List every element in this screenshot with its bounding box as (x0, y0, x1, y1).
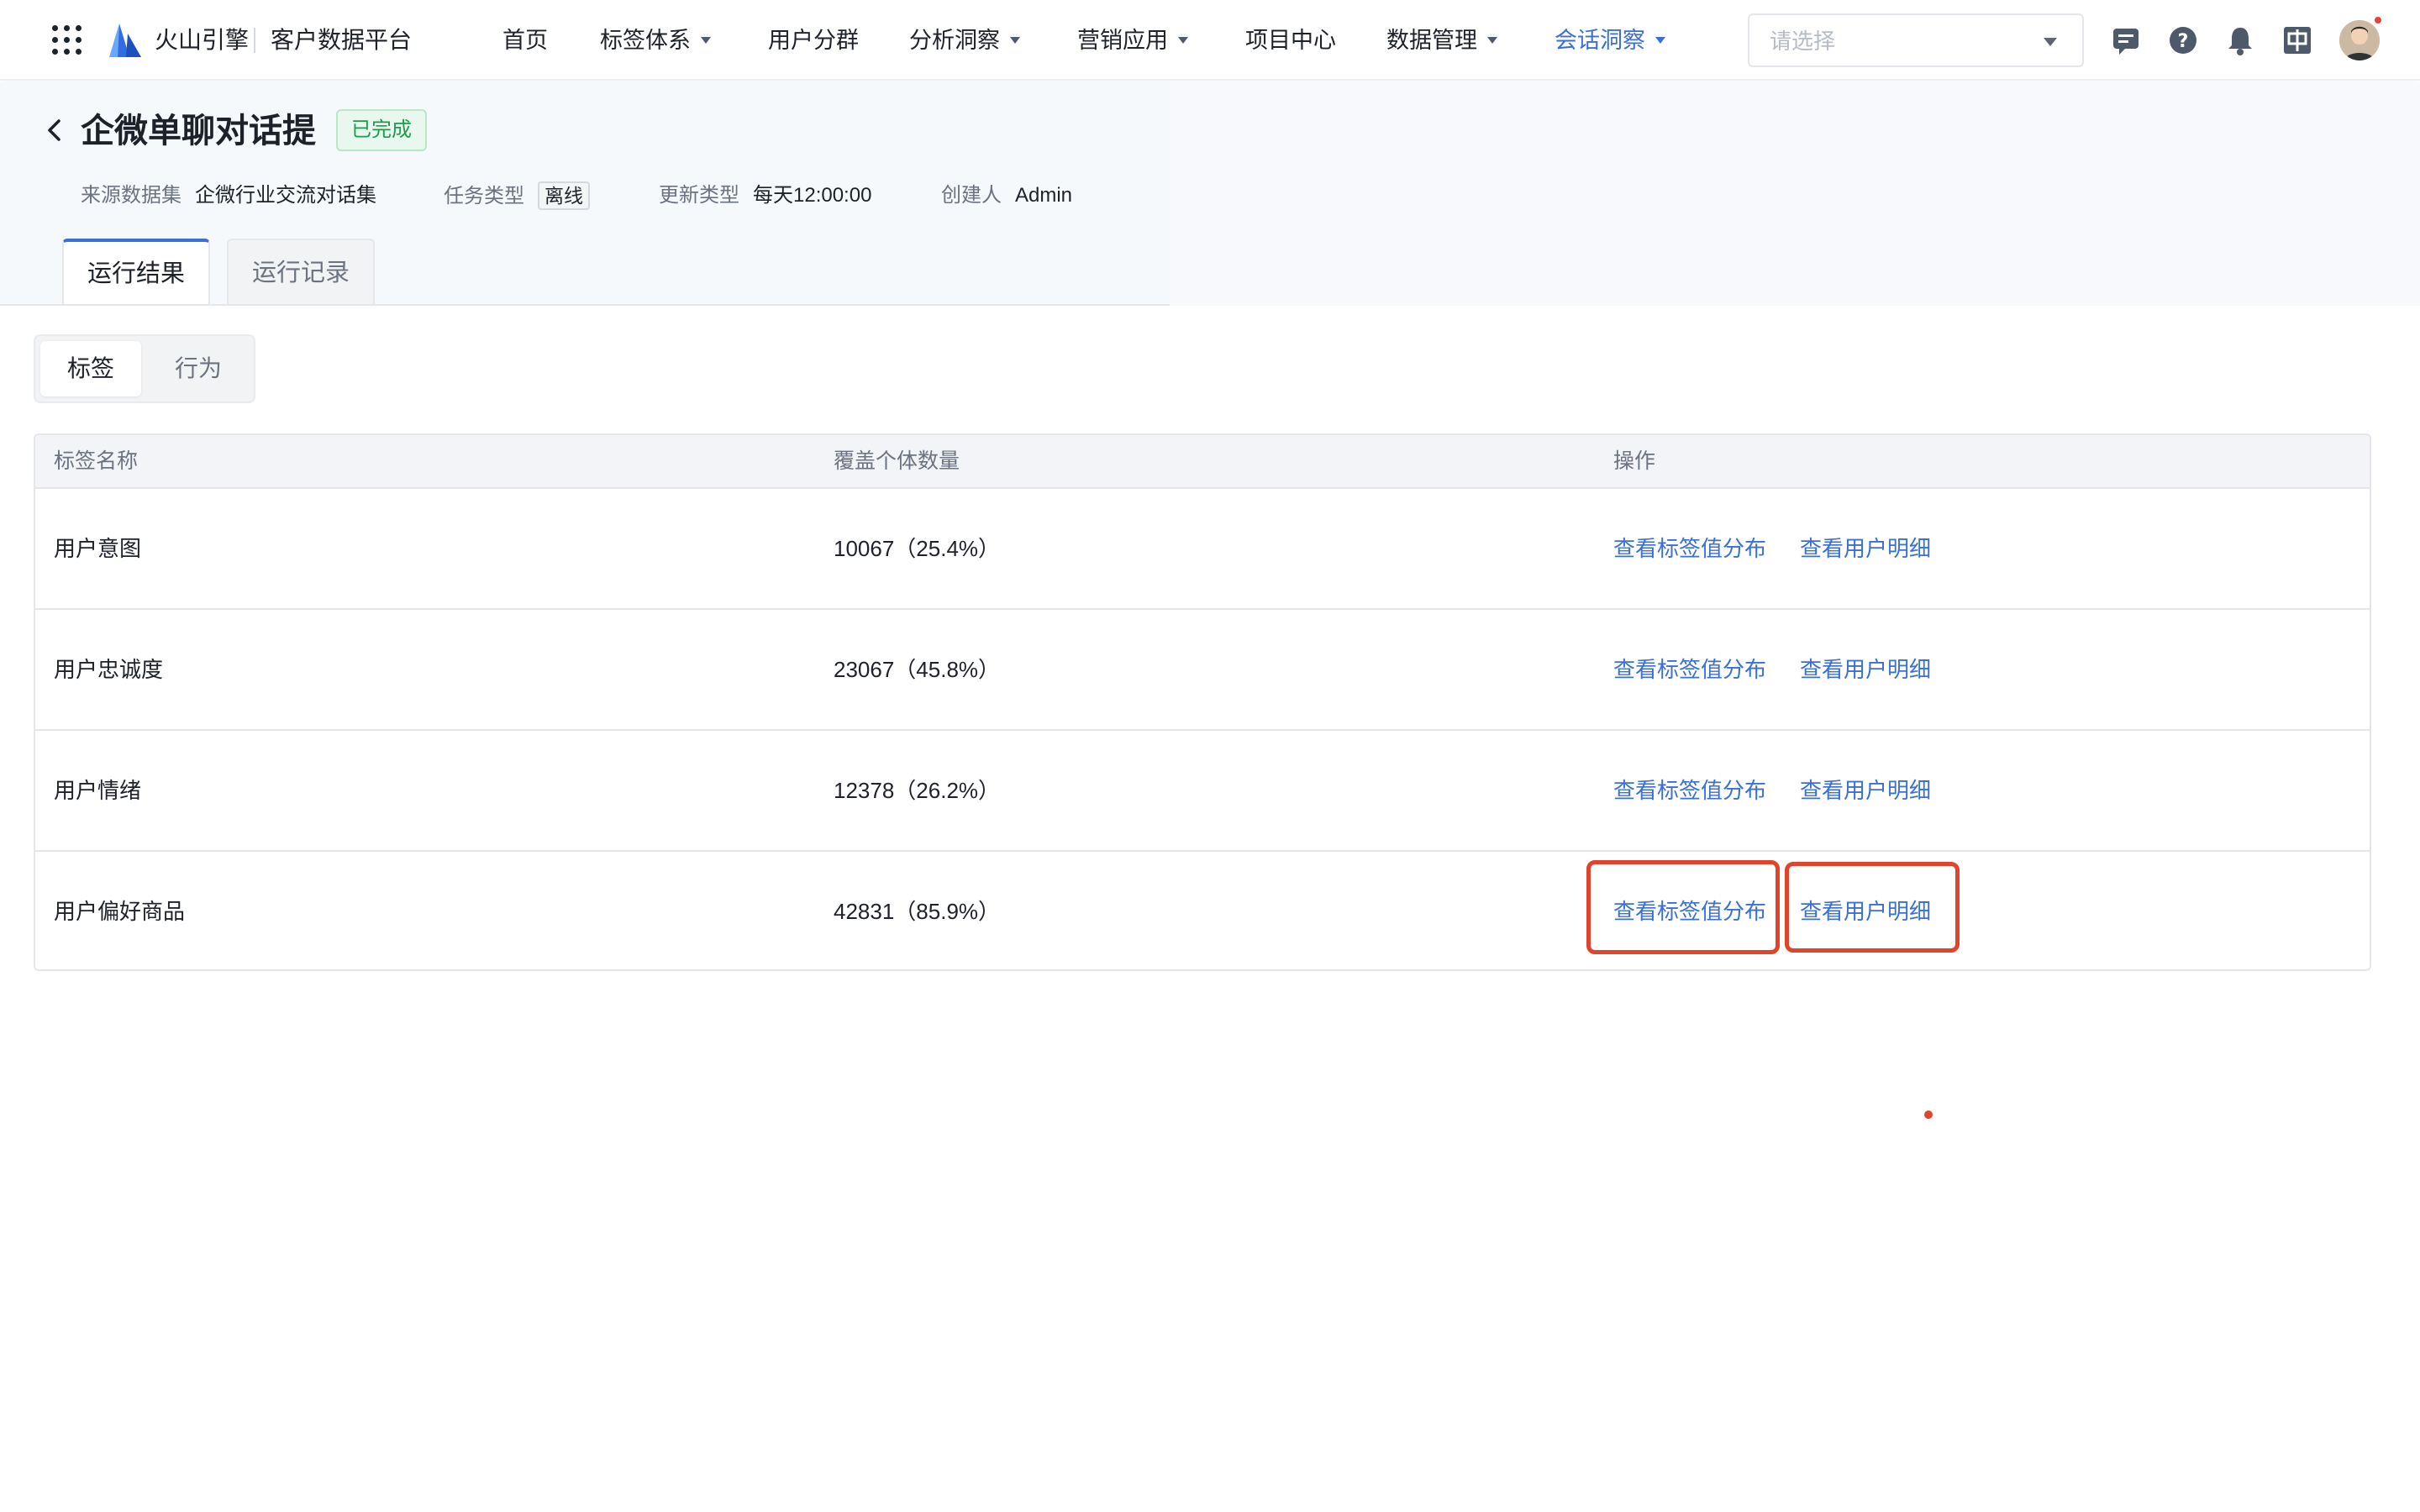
cell-tag-name: 用户意图 (54, 536, 142, 561)
highlight-box-user-detail (1785, 862, 1960, 953)
project-select-placeholder: 请选择 (1770, 29, 1836, 54)
table-row: 用户意图 10067（25.4%） 查看标签值分布 查看用户明细 (35, 489, 2370, 610)
tab-run-records[interactable]: 运行记录 (227, 239, 375, 306)
segment-behavior[interactable]: 行为 (148, 341, 249, 396)
user-avatar[interactable] (2339, 20, 2380, 60)
cell-coverage: 23067（45.8%） (834, 657, 1001, 682)
cell-tag-name: 用户忠诚度 (54, 657, 164, 682)
table-row: 用户情绪 12378（26.2%） 查看标签值分布 查看用户明细 (35, 731, 2370, 852)
product-name: 客户数据平台 (271, 27, 413, 53)
chevron-down-icon (1655, 37, 1665, 44)
view-tag-distribution-link[interactable]: 查看标签值分布 (1613, 489, 1766, 608)
column-header-coverage: 覆盖个体数量 (834, 449, 960, 473)
column-header-tag-name: 标签名称 (54, 449, 139, 473)
cell-coverage: 10067（25.4%） (834, 536, 1001, 561)
cell-tag-name: 用户情绪 (54, 778, 142, 803)
top-navigation-bar: 火山引擎 客户数据平台 首页 标签体系 用户分群 分析洞察 营销应用 项目中心 … (0, 0, 2420, 81)
table-header: 标签名称 覆盖个体数量 操作 (35, 435, 2370, 489)
chevron-down-icon (1178, 37, 1188, 44)
back-arrow-icon[interactable] (40, 116, 69, 144)
table-row: 用户忠诚度 23067（45.8%） 查看标签值分布 查看用户明细 (35, 610, 2370, 731)
view-user-detail-link[interactable]: 查看用户明细 (1800, 731, 1931, 850)
results-table: 标签名称 覆盖个体数量 操作 用户意图 10067（25.4%） 查看标签值分布… (34, 433, 2371, 971)
page-title: 企微单聊对话提 (81, 113, 316, 150)
chevron-down-icon (701, 37, 711, 44)
view-user-detail-link[interactable]: 查看用户明细 (1800, 489, 1931, 608)
meta-creator: 创建人 Admin (941, 184, 1073, 207)
nav-item-data-management[interactable]: 数据管理 (1386, 24, 1497, 57)
nav-item-conversation-insight[interactable]: 会话洞察 (1555, 24, 1665, 57)
cell-tag-name: 用户偏好商品 (54, 899, 186, 924)
brand-divider (254, 28, 255, 53)
chevron-down-icon (1010, 37, 1020, 44)
app-grid-icon[interactable] (52, 25, 82, 55)
nav-item-project-center[interactable]: 项目中心 (1245, 24, 1336, 57)
highlight-box-tag-distribution (1586, 860, 1780, 954)
cursor-dot (1924, 1110, 1933, 1119)
cell-coverage: 42831（85.9%） (834, 899, 1001, 924)
help-icon[interactable]: ? (2166, 24, 2200, 57)
nav-item-analysis[interactable]: 分析洞察 (909, 24, 1020, 57)
cell-coverage: 12378（26.2%） (834, 778, 1001, 803)
segment-switch: 标签 行为 (34, 334, 255, 403)
language-icon[interactable] (2281, 24, 2314, 57)
nav-item-home[interactable]: 首页 (502, 24, 548, 57)
meta-update-type: 更新类型 每天12:00:00 (659, 184, 872, 207)
meta-source-dataset: 来源数据集 企微行业交流对话集 (81, 184, 376, 207)
message-icon[interactable] (2109, 24, 2143, 57)
segment-tags[interactable]: 标签 (40, 341, 141, 396)
task-type-tag: 离线 (538, 181, 590, 210)
table-row: 用户偏好商品 42831（85.9%） 查看标签值分布 查看用户明细 (35, 852, 2370, 969)
column-header-actions: 操作 (1613, 449, 1656, 473)
nav-item-tag-system[interactable]: 标签体系 (600, 24, 711, 57)
bell-icon[interactable] (2223, 24, 2257, 57)
view-tag-distribution-link[interactable]: 查看标签值分布 (1613, 610, 1766, 729)
nav-item-marketing[interactable]: 营销应用 (1077, 24, 1188, 57)
notification-dot (2373, 15, 2383, 25)
page-header-background-right (1170, 82, 2420, 306)
status-badge: 已完成 (336, 109, 427, 151)
nav-item-user-segments[interactable]: 用户分群 (768, 24, 859, 57)
volcano-logo-icon (109, 24, 141, 57)
view-user-detail-link[interactable]: 查看用户明细 (1800, 610, 1931, 729)
meta-task-type: 任务类型 离线 (444, 181, 590, 211)
project-select[interactable]: 请选择 (1748, 13, 2084, 67)
chevron-down-icon (2044, 38, 2057, 46)
tab-run-results[interactable]: 运行结果 (62, 239, 210, 306)
brand-name: 火山引擎 (155, 27, 250, 53)
chevron-down-icon (1487, 37, 1497, 44)
view-tag-distribution-link[interactable]: 查看标签值分布 (1613, 731, 1766, 850)
avatar-icon (2339, 20, 2380, 60)
tabs-divider (0, 304, 1170, 306)
svg-text:?: ? (2178, 31, 2189, 52)
